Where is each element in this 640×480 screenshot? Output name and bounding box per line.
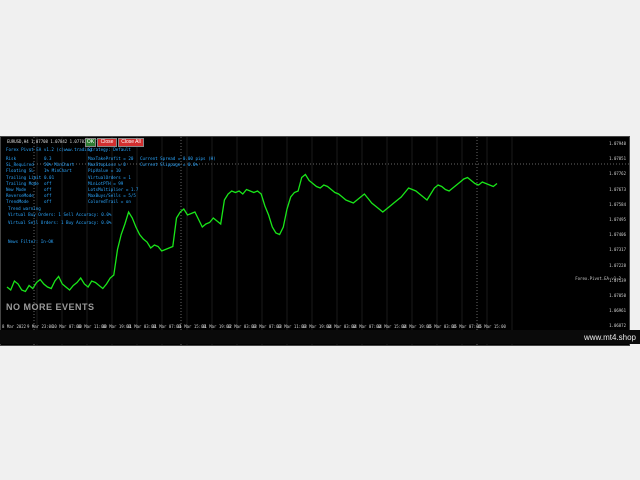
- panel-row-k3: Current Slippage = 0.0%: [140, 162, 198, 168]
- panel-row-k2: ColoredTrail = on: [88, 199, 131, 205]
- panel-row-v: off: [44, 180, 52, 186]
- price-axis-label: 1.07317: [609, 247, 626, 253]
- panel-row-v: off: [44, 187, 52, 192]
- close-button[interactable]: Close: [97, 138, 117, 147]
- price-axis-label: 1.07139: [609, 277, 626, 283]
- panel-row-k: Floating SL: [6, 168, 34, 174]
- price-axis-label: 1.07406: [609, 232, 626, 238]
- price-axis-label: 1.07584: [609, 201, 626, 207]
- panel-row-k: Trailing Mode: [6, 180, 39, 186]
- panel-row-k2: MaxTakeProfit = 20: [88, 156, 134, 161]
- time-axis-label: 8 Mar 2022: [2, 324, 27, 329]
- panel-row-k: New Mode: [6, 187, 27, 192]
- price-axis-label: 1.06872: [609, 323, 626, 329]
- price-axis-label: 1.06961: [609, 308, 626, 314]
- no-more-events-label: NO MORE EVENTS: [6, 302, 95, 312]
- panel-row-v: 1% MinChart: [44, 168, 72, 174]
- panel-row-k3: Current Spread = 0.00 pips (H): [140, 156, 216, 161]
- panel-row-v: 0.01: [44, 174, 55, 180]
- panel-row-k: Trailing Limit: [6, 174, 42, 180]
- panel-row-k: TrendMode: [6, 199, 29, 205]
- panel-row-k2: MaxBuys/Sells = 5/5: [88, 193, 136, 199]
- price-series: [6, 173, 498, 293]
- panel-row-k2: LotsMultiplier = 1.7: [88, 187, 139, 192]
- panel-row-v: 0.3: [44, 156, 52, 161]
- panel-status-line: Virtual Buy Orders: 1 Sell Accuracy: 0.0…: [8, 212, 112, 217]
- price-axis-label: 1.07940: [609, 141, 626, 146]
- panel-row-k2: VirtualOrders = 1: [88, 174, 131, 180]
- price-axis-label: 1.07228: [609, 262, 626, 268]
- panel-title: Forex Pivot EA v1.2 (c)www.trading: [6, 147, 92, 152]
- panel-row-v: off: [44, 193, 52, 199]
- background-top: [0, 0, 640, 135]
- price-axis-label: 1.07851: [609, 156, 626, 162]
- panel-row-k: Risk: [6, 156, 17, 161]
- panel-status-line: Virtual Sell Orders: 1 Buy Accuracy: 0.0…: [8, 220, 112, 225]
- panel-row-k2: MinLotPTH = 99: [88, 180, 124, 186]
- panel-row-v: 50% MinChart: [44, 162, 75, 168]
- price-axis-label: 1.07495: [609, 217, 626, 222]
- panel-row-k2: PipValue = 10: [88, 168, 121, 174]
- panel-strategy: Strategy: Default: [88, 147, 131, 152]
- panel-status-line: News Filter: In-OK: [8, 239, 54, 244]
- panel-status-line: Trend warning: [8, 206, 41, 211]
- time-axis-label: 9 Mar 23:00: [27, 324, 54, 329]
- panel-row-v: off: [44, 199, 52, 205]
- price-axis-label: 1.07050: [609, 293, 626, 298]
- ok-button[interactable]: OK: [85, 138, 96, 147]
- status-bar: [0, 330, 640, 344]
- time-axis-label: 15 Mar 15:00: [477, 324, 506, 329]
- panel-row-k2: MaxStopLoss = 0: [88, 162, 126, 168]
- panel-row-k: ReverseMode: [6, 193, 34, 199]
- price-axis-label: 1.07762: [609, 171, 626, 177]
- price-axis-label: 1.07673: [609, 186, 626, 192]
- site-watermark: www.mt4.shop: [583, 333, 636, 342]
- panel-row-k: SL_Required: [6, 162, 34, 168]
- close-all-button[interactable]: Close All: [118, 138, 144, 147]
